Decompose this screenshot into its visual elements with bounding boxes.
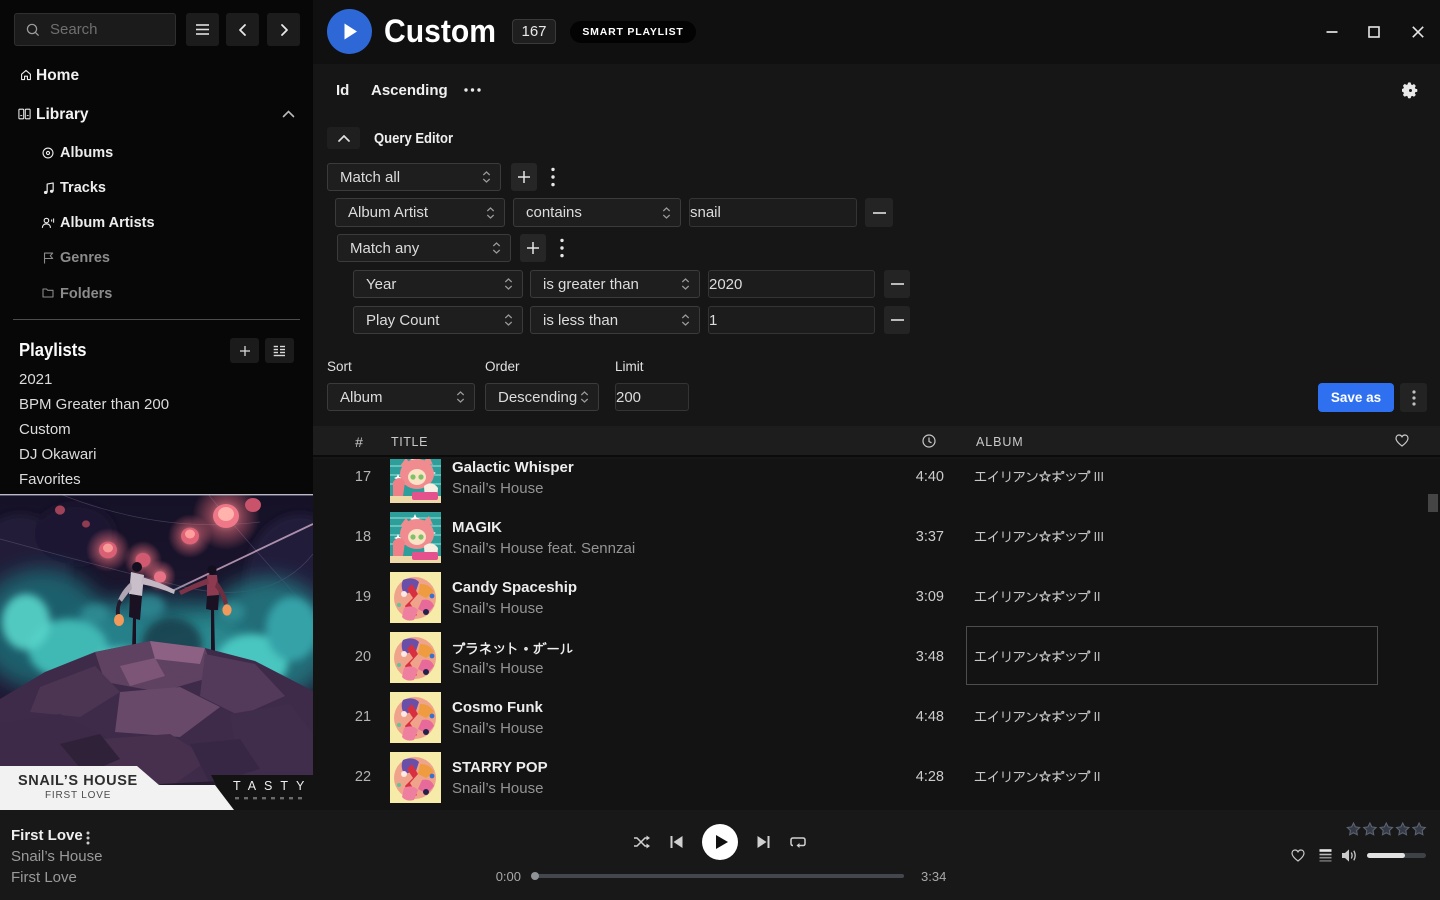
svg-text:II: II <box>1094 710 1101 724</box>
svg-text:III: III <box>1094 530 1104 544</box>
svg-text:SNAIL’S HOUSE: SNAIL’S HOUSE <box>18 773 138 789</box>
svg-text:II: II <box>1094 770 1101 784</box>
svg-text:III: III <box>1094 470 1104 484</box>
svg-text:FIRST LOVE: FIRST LOVE <box>45 790 111 801</box>
svg-text:TASTY: TASTY <box>233 779 312 793</box>
svg-text:II: II <box>1094 590 1101 604</box>
